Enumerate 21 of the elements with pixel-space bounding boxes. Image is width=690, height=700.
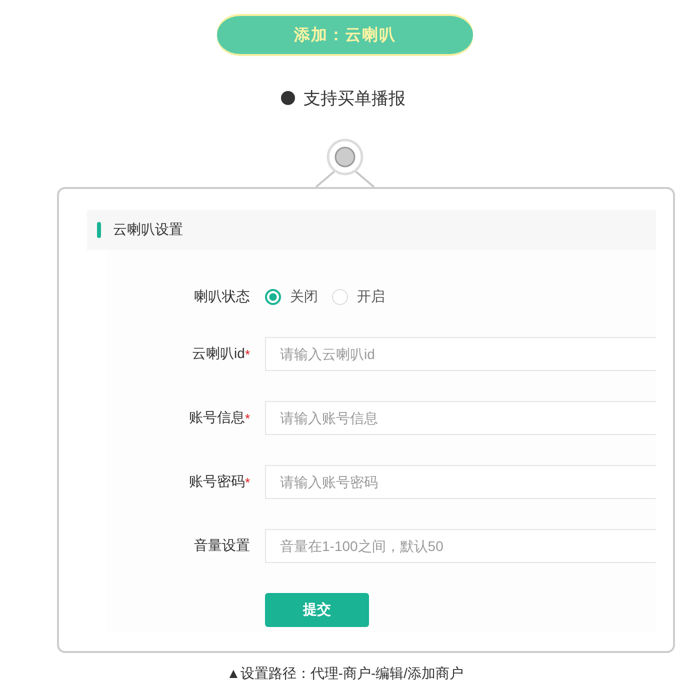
title-banner: 添加：云喇叭 <box>217 16 473 54</box>
field-label: 音量设置 <box>194 537 250 555</box>
field-label: 云喇叭id <box>192 345 245 363</box>
radio-button[interactable] <box>265 289 281 305</box>
bullet-icon <box>280 91 294 105</box>
feature-text: 支持买单播报 <box>304 88 406 110</box>
radio-option[interactable]: 开启 <box>332 288 385 306</box>
required-mark: * <box>244 410 250 426</box>
text-input[interactable]: 请输入云喇叭id <box>265 337 656 371</box>
section-marker-icon <box>97 222 101 238</box>
required-mark: * <box>244 346 250 362</box>
field-label: 喇叭状态 <box>194 288 250 306</box>
required-mark: * <box>244 474 250 490</box>
text-input[interactable]: 请输入账号密码 <box>265 465 656 499</box>
caption-text: ▲设置路径：代理-商户-编辑/添加商户 <box>226 665 464 683</box>
text-input[interactable]: 请输入账号信息 <box>265 401 656 435</box>
section-title: 云喇叭设置 <box>113 221 183 239</box>
text-input[interactable]: 音量在1-100之间，默认50 <box>265 529 656 563</box>
field-label: 账号密码 <box>188 473 245 491</box>
field-label: 账号信息 <box>188 409 245 427</box>
radio-option[interactable]: 关闭 <box>265 288 318 306</box>
